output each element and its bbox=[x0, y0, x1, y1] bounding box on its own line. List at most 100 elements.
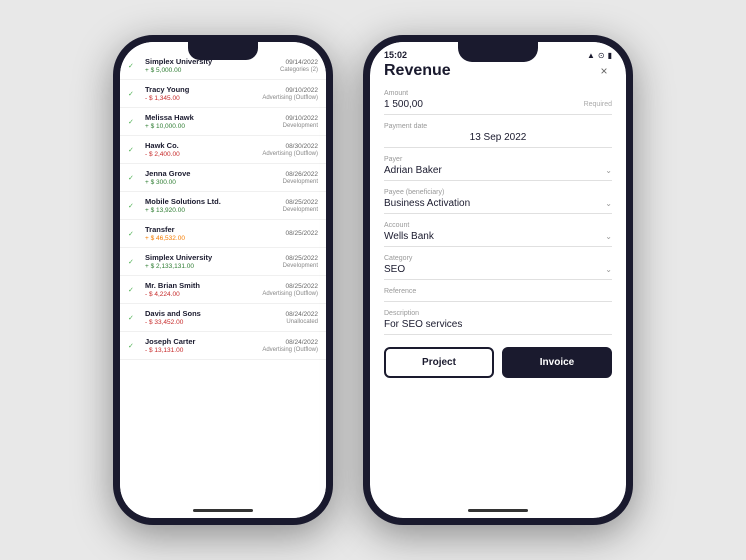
transaction-item: ✓ Davis and Sons- $ 33,452.00 08/24/2022Un… bbox=[120, 304, 326, 332]
trans-right: 08/25/2022Advertising (Outflow) bbox=[262, 283, 318, 297]
check-icon: ✓ bbox=[128, 118, 140, 126]
trans-category: Development bbox=[283, 207, 318, 213]
trans-name: Simplex University bbox=[145, 253, 278, 262]
trans-date: 08/24/2022 bbox=[285, 311, 318, 318]
trans-content: Transfer+ $ 46,532.00 bbox=[145, 225, 280, 242]
field-label: Account bbox=[384, 222, 612, 229]
transaction-item: ✓ Mobile Solutions Ltd.+ $ 13,920.00 08/25… bbox=[120, 192, 326, 220]
form-field-category[interactable]: Category SEO⌄ bbox=[384, 255, 612, 280]
transaction-item: ✓Transfer+ $ 46,532.0008/25/2022 bbox=[120, 220, 326, 248]
chevron-down-icon: ⌄ bbox=[605, 232, 612, 241]
transaction-list: ✓Simplex University+ $ 5,000.0009/14/202… bbox=[120, 42, 326, 518]
trans-amount: - $ 2,400.00 bbox=[145, 151, 257, 158]
trans-amount: - $ 1,345.00 bbox=[145, 95, 257, 102]
status-icons: ▲ ⊙ ▮ bbox=[587, 51, 612, 60]
form-field-amount: Amount 1 500,00Required bbox=[384, 90, 612, 115]
field-label: Description bbox=[384, 310, 612, 317]
trans-right: 08/24/2022Advertising (Outflow) bbox=[262, 339, 318, 353]
trans-amount: + $ 300.00 bbox=[145, 179, 278, 186]
check-icon: ✓ bbox=[128, 62, 140, 70]
trans-name: Joseph Carter bbox=[145, 337, 257, 346]
trans-category: Advertising (Outflow) bbox=[262, 291, 318, 297]
close-button[interactable]: × bbox=[596, 63, 612, 79]
field-label: Category bbox=[384, 255, 612, 262]
check-icon: ✓ bbox=[128, 342, 140, 350]
project-button[interactable]: Project bbox=[384, 347, 494, 378]
invoice-button[interactable]: Invoice bbox=[502, 347, 612, 378]
trans-amount: + $ 13,920.00 bbox=[145, 207, 278, 214]
trans-category: Categories (2) bbox=[280, 67, 318, 73]
field-label: Payment date bbox=[384, 123, 612, 130]
trans-category: Development bbox=[283, 179, 318, 185]
form-field-reference: Reference bbox=[384, 288, 612, 302]
transaction-item: ✓ Mr. Brian Smith- $ 4,224.00 08/25/2022Ad… bbox=[120, 276, 326, 304]
trans-content: Mr. Brian Smith- $ 4,224.00 bbox=[145, 281, 257, 298]
field-select-value: Business Activation bbox=[384, 198, 470, 209]
trans-right: 08/25/2022 bbox=[285, 230, 318, 238]
field-value: 1 500,00Required bbox=[384, 99, 612, 110]
status-time: 15:02 bbox=[384, 50, 407, 60]
form-title: Revenue bbox=[384, 62, 451, 80]
chevron-down-icon: ⌄ bbox=[605, 199, 612, 208]
trans-date: 08/25/2022 bbox=[285, 230, 318, 237]
form-fields: Amount 1 500,00Required Payment date 13 Sep… bbox=[384, 90, 612, 335]
trans-category: Development bbox=[283, 263, 318, 269]
form-field-payer[interactable]: PayerAdrian Baker⌄ bbox=[384, 156, 612, 181]
check-icon: ✓ bbox=[128, 286, 140, 294]
field-amount-value: 1 500,00 bbox=[384, 99, 423, 110]
right-phone-notch bbox=[458, 42, 538, 62]
field-value: For SEO services bbox=[384, 319, 612, 330]
trans-right: 08/30/2022Advertising (Outflow) bbox=[262, 143, 318, 157]
trans-content: Davis and Sons- $ 33,452.00 bbox=[145, 309, 280, 326]
field-value: SEO⌄ bbox=[384, 264, 612, 275]
check-icon: ✓ bbox=[128, 146, 140, 154]
form-header: Revenue × bbox=[384, 62, 612, 80]
trans-right: 09/10/2022Advertising (Outflow) bbox=[262, 87, 318, 101]
check-icon: ✓ bbox=[128, 314, 140, 322]
trans-date: 08/24/2022 bbox=[262, 339, 318, 346]
trans-content: Mobile Solutions Ltd.+ $ 13,920.00 bbox=[145, 197, 278, 214]
trans-category: Advertising (Outflow) bbox=[262, 151, 318, 157]
battery-icon: ▮ bbox=[608, 51, 612, 60]
trans-name: Davis and Sons bbox=[145, 309, 280, 318]
field-select-value: Wells Bank bbox=[384, 231, 434, 242]
trans-name: Transfer bbox=[145, 225, 280, 234]
chevron-down-icon: ⌄ bbox=[605, 265, 612, 274]
field-label: Amount bbox=[384, 90, 612, 97]
check-icon: ✓ bbox=[128, 174, 140, 182]
transaction-item: ✓Joseph Carter- $ 13,131.0008/24/2022Adv… bbox=[120, 332, 326, 360]
transaction-item: ✓ Hawk Co.- $ 2,400.00 08/30/2022Advertisi… bbox=[120, 136, 326, 164]
trans-date: 08/25/2022 bbox=[283, 255, 318, 262]
trans-date: 09/14/2022 bbox=[280, 59, 318, 66]
revenue-form: Revenue × Amount 1 500,00Required Payment … bbox=[370, 62, 626, 508]
trans-amount: + $ 2,133,131.00 bbox=[145, 263, 278, 270]
left-phone: ✓Simplex University+ $ 5,000.0009/14/202… bbox=[113, 35, 333, 525]
trans-right: 08/25/2022Development bbox=[283, 255, 318, 269]
wifi-icon: ⊙ bbox=[598, 51, 605, 60]
trans-date: 08/25/2022 bbox=[283, 199, 318, 206]
trans-content: Tracy Young- $ 1,345.00 bbox=[145, 85, 257, 102]
trans-name: Hawk Co. bbox=[145, 141, 257, 150]
trans-date: 09/10/2022 bbox=[262, 87, 318, 94]
form-field-description: Description For SEO services bbox=[384, 310, 612, 335]
field-value: Business Activation ⌄ bbox=[384, 198, 612, 209]
form-field-payee-beneficiary[interactable]: Payee (beneficiary) Business Activation ⌄ bbox=[384, 189, 612, 214]
trans-right: 08/25/2022Development bbox=[283, 199, 318, 213]
transaction-item: ✓Melissa Hawk+ $ 10,000.0009/10/2022Deve… bbox=[120, 108, 326, 136]
trans-name: Jenna Grove bbox=[145, 169, 278, 178]
transaction-item: ✓ Jenna Grove+ $ 300.00 08/26/2022Developm… bbox=[120, 164, 326, 192]
field-text-value: For SEO services bbox=[384, 319, 462, 330]
check-icon: ✓ bbox=[128, 258, 140, 266]
trans-amount: + $ 10,000.00 bbox=[145, 123, 278, 130]
check-icon: ✓ bbox=[128, 202, 140, 210]
trans-content: Hawk Co.- $ 2,400.00 bbox=[145, 141, 257, 158]
field-value: 13 Sep 2022 bbox=[384, 132, 612, 143]
field-label: Payee (beneficiary) bbox=[384, 189, 612, 196]
left-phone-screen: ✓Simplex University+ $ 5,000.0009/14/202… bbox=[120, 42, 326, 518]
trans-right: 09/14/2022Categories (2) bbox=[280, 59, 318, 73]
form-field-account[interactable]: Account Wells Bank ⌄ bbox=[384, 222, 612, 247]
trans-date: 08/26/2022 bbox=[283, 171, 318, 178]
trans-content: Jenna Grove+ $ 300.00 bbox=[145, 169, 278, 186]
trans-right: 08/24/2022Unallocated bbox=[285, 311, 318, 325]
check-icon: ✓ bbox=[128, 90, 140, 98]
